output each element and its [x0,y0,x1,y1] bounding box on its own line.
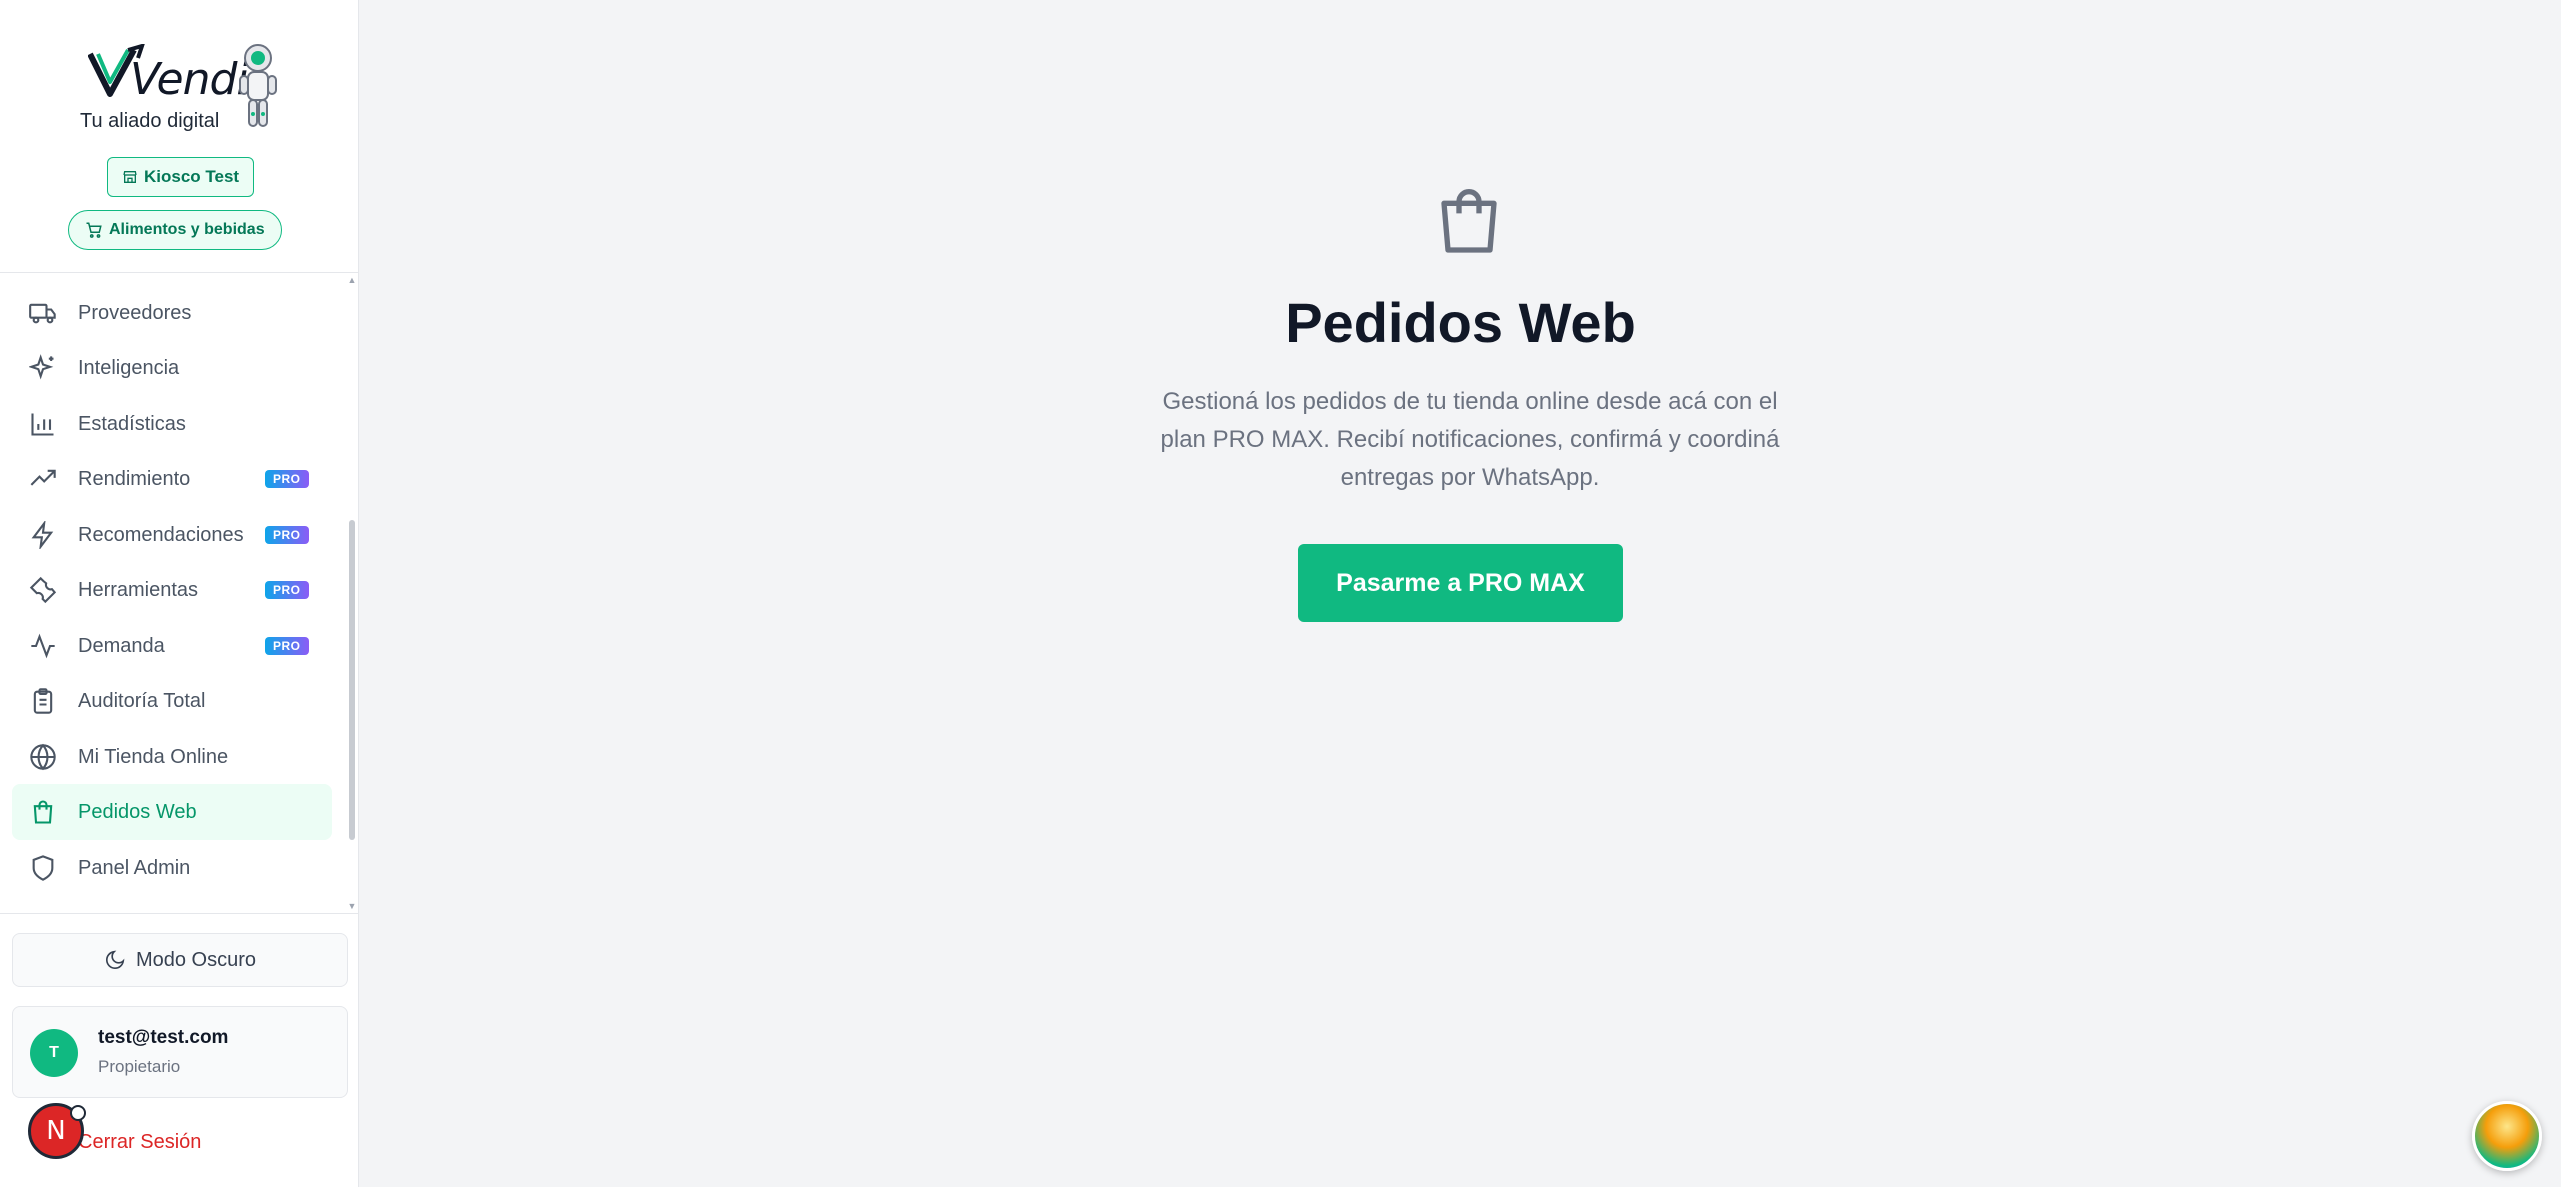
sidebar-scrollbar[interactable]: ▲ ▼ [347,275,357,915]
truck-icon [28,298,58,328]
shopping-bag-icon [1441,189,1497,253]
scroll-down-arrow-icon[interactable]: ▼ [347,901,357,911]
trending-up-icon [28,464,58,494]
sidebar-item-panel-admin[interactable]: Panel Admin [12,840,332,896]
store-label: Kiosco Test [144,167,240,186]
pro-badge: PRO [265,526,309,544]
sidebar-item-recomendaciones[interactable]: Recomendaciones PRO [12,507,332,563]
store-selector[interactable]: Kiosco Test [107,157,255,197]
wrench-icon [28,575,58,605]
sidebar-item-label: Herramientas [78,578,199,601]
zap-icon [28,520,58,550]
logo-tagline: Tu aliado digital [80,110,220,132]
vendi-logo[interactable]: Vendi Tu aliado digital [78,40,288,140]
user-role: Propietario [98,1057,181,1076]
dev-tools-indicator [70,1105,86,1121]
logout-button[interactable]: Cerrar Sesión [78,1131,201,1154]
sidebar-item-label: Panel Admin [78,856,191,879]
scroll-up-arrow-icon[interactable]: ▲ [347,275,357,285]
shopping-bag-icon [28,797,58,827]
brand-header: Vendi Tu aliado digital Kiosco Test Alim… [0,0,359,273]
scroll-thumb[interactable] [349,520,355,840]
sidebar: Vendi Tu aliado digital Kiosco Test Alim… [0,0,359,1187]
dark-mode-label: Modo Oscuro [135,948,257,971]
activity-icon [28,631,58,661]
clipboard-icon [28,686,58,716]
sidebar-item-label: Proveedores [78,301,192,324]
sidebar-item-mi-tienda-online[interactable]: Mi Tienda Online [12,729,332,785]
dark-mode-button[interactable]: Modo Oscuro [12,933,348,987]
pro-badge: PRO [265,581,309,599]
shield-icon [28,853,58,883]
user-email: test@test.com [98,1027,229,1048]
pro-badge: PRO [265,470,309,488]
logo-wordmark: Vendi [130,54,249,105]
sidebar-item-auditoria-total[interactable]: Auditoría Total [12,673,332,729]
sidebar-item-pedidos-web[interactable]: Pedidos Web [12,784,332,840]
sidebar-item-label: Inteligencia [78,356,180,379]
main-content: Pedidos Web Gestioná los pedidos de tu t… [360,0,2561,1187]
sidebar-item-rendimiento[interactable]: Rendimiento PRO [12,451,332,507]
sidebar-item-label: Mi Tienda Online [78,745,229,768]
page-title: Pedidos Web [1285,291,1636,354]
bar-chart-icon [28,409,58,439]
robot-mascot-icon [239,44,277,127]
sidebar-item-label: Pedidos Web [78,800,197,823]
avatar: T [30,1029,78,1077]
sparkles-icon [28,353,58,383]
category-badge[interactable]: Alimentos y bebidas [68,210,282,250]
cart-icon [86,222,102,238]
sidebar-nav: Proveedores Inteligencia Estadísticas Re… [0,273,359,913]
sidebar-item-label: Rendimiento [78,467,191,490]
sidebar-item-proveedores[interactable]: Proveedores [12,285,332,341]
sidebar-item-estadisticas[interactable]: Estadísticas [12,396,332,452]
sidebar-item-label: Demanda [78,634,165,657]
sidebar-item-label: Estadísticas [78,412,186,435]
pro-badge: PRO [265,637,309,655]
store-icon [123,171,137,183]
sidebar-item-herramientas[interactable]: Herramientas PRO [12,562,332,618]
sidebar-item-label: Auditoría Total [78,689,206,712]
sidebar-item-label: Recomendaciones [78,523,244,546]
sidebar-item-demanda[interactable]: Demanda PRO [12,618,332,674]
upgrade-pro-max-button[interactable]: Pasarme a PRO MAX [1298,544,1623,622]
page-description: Gestioná los pedidos de tu tienda online… [1160,388,1780,491]
globe-icon [28,742,58,772]
sidebar-item-inteligencia[interactable]: Inteligencia [12,340,332,396]
user-card[interactable]: T test@test.com Propietario [12,1006,348,1098]
moon-icon [105,950,125,970]
floating-assistant-button[interactable] [2472,1101,2542,1171]
category-label: Alimentos y bebidas [109,221,265,238]
